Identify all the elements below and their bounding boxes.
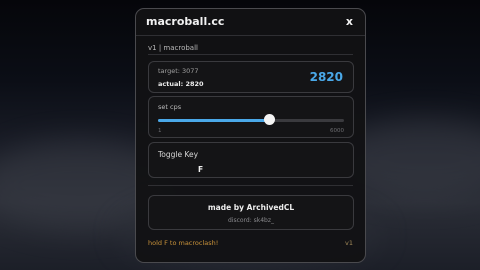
close-button[interactable]: x	[346, 15, 353, 28]
cps-card: set cps 1 6000	[148, 96, 354, 138]
toggle-key-card[interactable]: Toggle Key F	[148, 142, 354, 178]
toggle-key-value[interactable]: F	[198, 165, 203, 174]
actual-readout: actual: 2820	[158, 80, 204, 88]
cps-min-label: 1	[158, 128, 162, 134]
cps-label: set cps	[158, 103, 182, 111]
macro-window: macroball.cc x v1 | macroball target: 30…	[135, 8, 366, 263]
title-divider	[136, 35, 365, 36]
credits-discord: discord: sk4bz_	[227, 217, 275, 224]
footer-hint: hold F to macroclash!	[148, 239, 219, 247]
stats-card: target: 3077 actual: 2820 2820	[148, 61, 354, 93]
footer-version: v1	[345, 239, 353, 247]
section-divider	[148, 185, 353, 186]
subtitle-divider	[148, 54, 353, 55]
title-bar[interactable]: macroball.cc x	[136, 9, 365, 35]
window-title: macroball.cc	[146, 15, 225, 28]
credits-title: made by ArchivedCL	[207, 203, 295, 212]
cps-max-label: 6000	[330, 128, 344, 134]
current-cps-value: 2820	[309, 70, 343, 84]
target-readout: target: 3077	[158, 67, 199, 75]
cps-slider-thumb[interactable]	[264, 114, 276, 125]
cps-slider-fill	[158, 119, 270, 122]
credits-card: made by ArchivedCL discord: sk4bz_	[148, 195, 354, 230]
toggle-key-label: Toggle Key	[158, 150, 199, 159]
version-subtitle: v1 | macroball	[148, 44, 198, 52]
